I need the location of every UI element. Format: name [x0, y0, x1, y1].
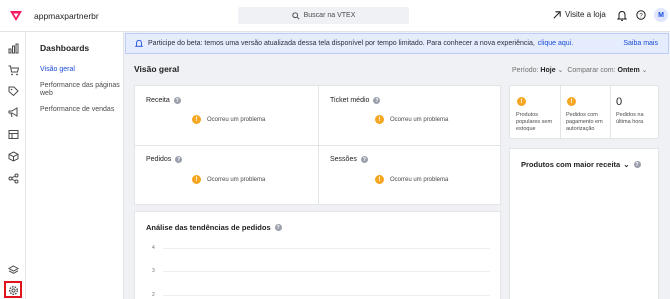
warning-icon: !: [567, 97, 576, 106]
kpi-divider: [560, 86, 561, 138]
help-icon[interactable]: ?: [173, 97, 181, 104]
metric-sessions: Sessões? ! Ocorreu um problema: [319, 146, 502, 205]
compare-select[interactable]: Ontem: [618, 67, 640, 74]
metric-label: Sessões: [330, 156, 357, 163]
top-products-title: Produtos com maior receita: [521, 160, 621, 169]
period-filter: Período: Hoje ⌄ Comparar com: Ontem ⌄: [512, 66, 648, 74]
chevron-down-icon: ⌄: [641, 67, 648, 74]
bell-icon: [135, 39, 143, 47]
kpi-card: ! Produtos populares sem estoque ! Pedid…: [509, 85, 659, 139]
visit-store-link[interactable]: Visite a loja: [553, 10, 606, 19]
beta-banner: Participe do beta: temos uma versão atua…: [125, 33, 669, 54]
metrics-card: Receita? ! Ocorreu um problema Ticket méd…: [134, 85, 501, 205]
visit-store-label: Visite a loja: [565, 10, 606, 19]
avatar[interactable]: M: [654, 8, 668, 22]
search-placeholder: Buscar na VTEX: [303, 12, 356, 19]
help-icon[interactable]: ?: [633, 161, 641, 168]
page-title: Visão geral: [134, 64, 180, 74]
cart-icon[interactable]: [7, 64, 19, 76]
trends-title: Análise das tendências de pedidos: [146, 223, 271, 232]
analytics-icon[interactable]: [7, 42, 19, 54]
subnav-item-web-performance[interactable]: Performance das páginas web: [40, 82, 120, 98]
warning-icon: !: [375, 115, 384, 124]
subnav-item-sales-performance[interactable]: Performance de vendas: [40, 106, 120, 114]
vtex-logo[interactable]: [0, 0, 32, 32]
subnav-title: Dashboards: [40, 43, 90, 53]
metric-label: Pedidos: [146, 156, 172, 163]
warning-icon: !: [192, 175, 201, 184]
metric-revenue: Receita? ! Ocorreu um problema: [135, 86, 318, 145]
kpi-divider: [610, 86, 611, 138]
period-label: Período:: [512, 67, 539, 74]
kpi-label: Pedidos com pagamento em autorização: [566, 112, 603, 132]
external-arrow-icon: [553, 10, 561, 19]
kpi-value: 0: [616, 96, 623, 108]
banner-text: Participe do beta: temos uma versão atua…: [148, 40, 535, 47]
metric-orders: Pedidos? ! Ocorreu um problema: [135, 146, 318, 205]
y-tick-label: 4: [152, 245, 155, 251]
banner-link[interactable]: clique aqui.: [538, 40, 573, 47]
warning-icon: !: [192, 115, 201, 124]
metric-label: Ticket médio: [330, 97, 370, 104]
warning-icon: !: [375, 175, 384, 184]
layers-icon[interactable]: [7, 264, 19, 276]
help-icon[interactable]: ?: [175, 156, 183, 163]
settings-icon[interactable]: [7, 284, 19, 296]
period-select[interactable]: Hoje: [540, 67, 555, 74]
gridline: [163, 248, 490, 249]
megaphone-icon[interactable]: [7, 106, 19, 118]
compare-label: Comparar com:: [567, 67, 616, 74]
kpi-label: Produtos populares sem estoque: [516, 112, 553, 132]
y-tick-label: 2: [152, 292, 155, 298]
metric-error: Ocorreu um problema: [390, 176, 449, 183]
warning-icon: !: [517, 97, 526, 106]
catalog-icon[interactable]: [7, 128, 19, 140]
gridline: [163, 295, 490, 296]
y-tick-label: 3: [152, 268, 155, 274]
tag-icon[interactable]: [7, 85, 19, 97]
dashboards-subnav: Dashboards Visão geral Performance das p…: [26, 32, 124, 299]
top-bar: appmaxpartnerbr Buscar na VTEX Visite a …: [0, 0, 670, 32]
help-icon[interactable]: ?: [373, 97, 381, 104]
subnav-item-overview[interactable]: Visão geral: [40, 66, 120, 74]
icon-rail: [0, 32, 26, 299]
metric-error: Ocorreu um problema: [207, 176, 266, 183]
gridline: [163, 271, 490, 272]
box-icon[interactable]: [7, 150, 19, 162]
chevron-down-icon[interactable]: ⌄: [623, 160, 629, 169]
kpi-label: Pedidos na última hora: [616, 112, 644, 125]
metric-error: Ocorreu um problema: [207, 116, 266, 123]
bell-icon[interactable]: [617, 10, 627, 21]
chevron-down-icon: ⌄: [557, 67, 564, 74]
metric-error: Ocorreu um problema: [390, 116, 449, 123]
help-icon[interactable]: ?: [360, 156, 368, 163]
top-products-card: Produtos com maior receita ⌄ ?: [509, 148, 659, 299]
metric-average-ticket: Ticket médio? ! Ocorreu um problema: [319, 86, 502, 145]
order-trends-card: Análise das tendências de pedidos? 4 3 2: [134, 211, 501, 299]
account-name[interactable]: appmaxpartnerbr: [34, 11, 99, 21]
help-icon[interactable]: ?: [636, 10, 646, 20]
search-icon: [291, 11, 300, 20]
learn-more-link[interactable]: Saiba mais: [623, 40, 658, 47]
share-icon[interactable]: [7, 172, 19, 184]
metric-label: Receita: [146, 97, 170, 104]
search-input[interactable]: Buscar na VTEX: [238, 7, 409, 24]
help-icon[interactable]: ?: [274, 224, 282, 231]
